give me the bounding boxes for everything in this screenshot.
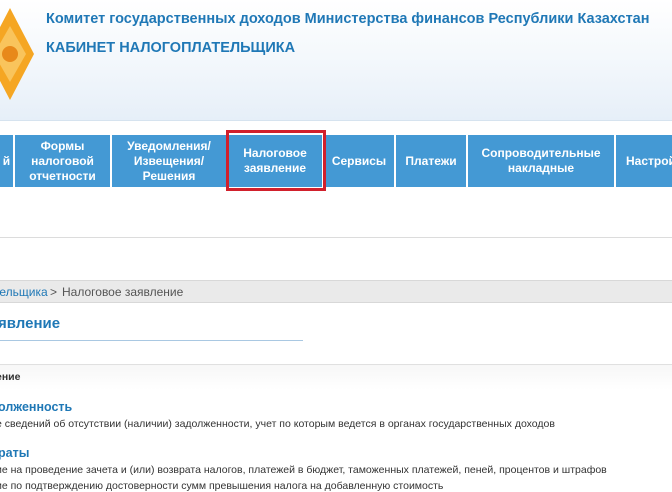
service-link-refunds[interactable]: раты	[0, 446, 29, 460]
emblem-logo-icon	[0, 8, 34, 100]
page-title: явление	[0, 315, 61, 332]
nav-item-services[interactable]: Сервисы	[324, 135, 396, 187]
organization-name: Комитет государственных доходов Министер…	[46, 11, 650, 27]
breadcrumb-link[interactable]: тельщика	[0, 281, 48, 303]
nav-item-settings-partial[interactable]: Настрой	[616, 135, 672, 187]
main-navigation: й Формы налоговой отчетности Уведомления…	[0, 135, 672, 187]
section-header-bar	[0, 364, 672, 390]
title-underline	[0, 340, 303, 341]
header-divider	[0, 120, 672, 121]
service-link-debt-status[interactable]: олженность	[0, 400, 72, 414]
content-divider	[0, 237, 672, 238]
nav-item-payments[interactable]: Платежи	[396, 135, 468, 187]
section-label: ение	[0, 371, 21, 383]
cabinet-title: КАБИНЕТ НАЛОГОПЛАТЕЛЬЩИКА	[46, 40, 296, 56]
nav-item-notifications[interactable]: Уведомления/ Извещения/ Решения	[112, 135, 228, 187]
breadcrumb-separator: >	[50, 285, 58, 299]
nav-item-tax-reporting-forms[interactable]: Формы налоговой отчетности	[15, 135, 112, 187]
breadcrumb-current: Налоговое заявление	[62, 285, 184, 299]
nav-item-partial-left[interactable]: й	[0, 135, 15, 187]
service-description-debt-status: е сведений об отсутствии (наличии) задол…	[0, 418, 555, 430]
service-description-vat: ие по подтверждению достоверности сумм п…	[0, 480, 444, 492]
nav-item-waybills[interactable]: Сопроводительные накладные	[468, 135, 616, 187]
nav-item-tax-application[interactable]: Налоговое заявление	[228, 135, 324, 187]
breadcrumb: тельщика > Налоговое заявление	[0, 280, 672, 303]
service-description-refunds: ие на проведение зачета и (или) возврата…	[0, 464, 607, 476]
site-header: Комитет государственных доходов Министер…	[0, 0, 672, 120]
